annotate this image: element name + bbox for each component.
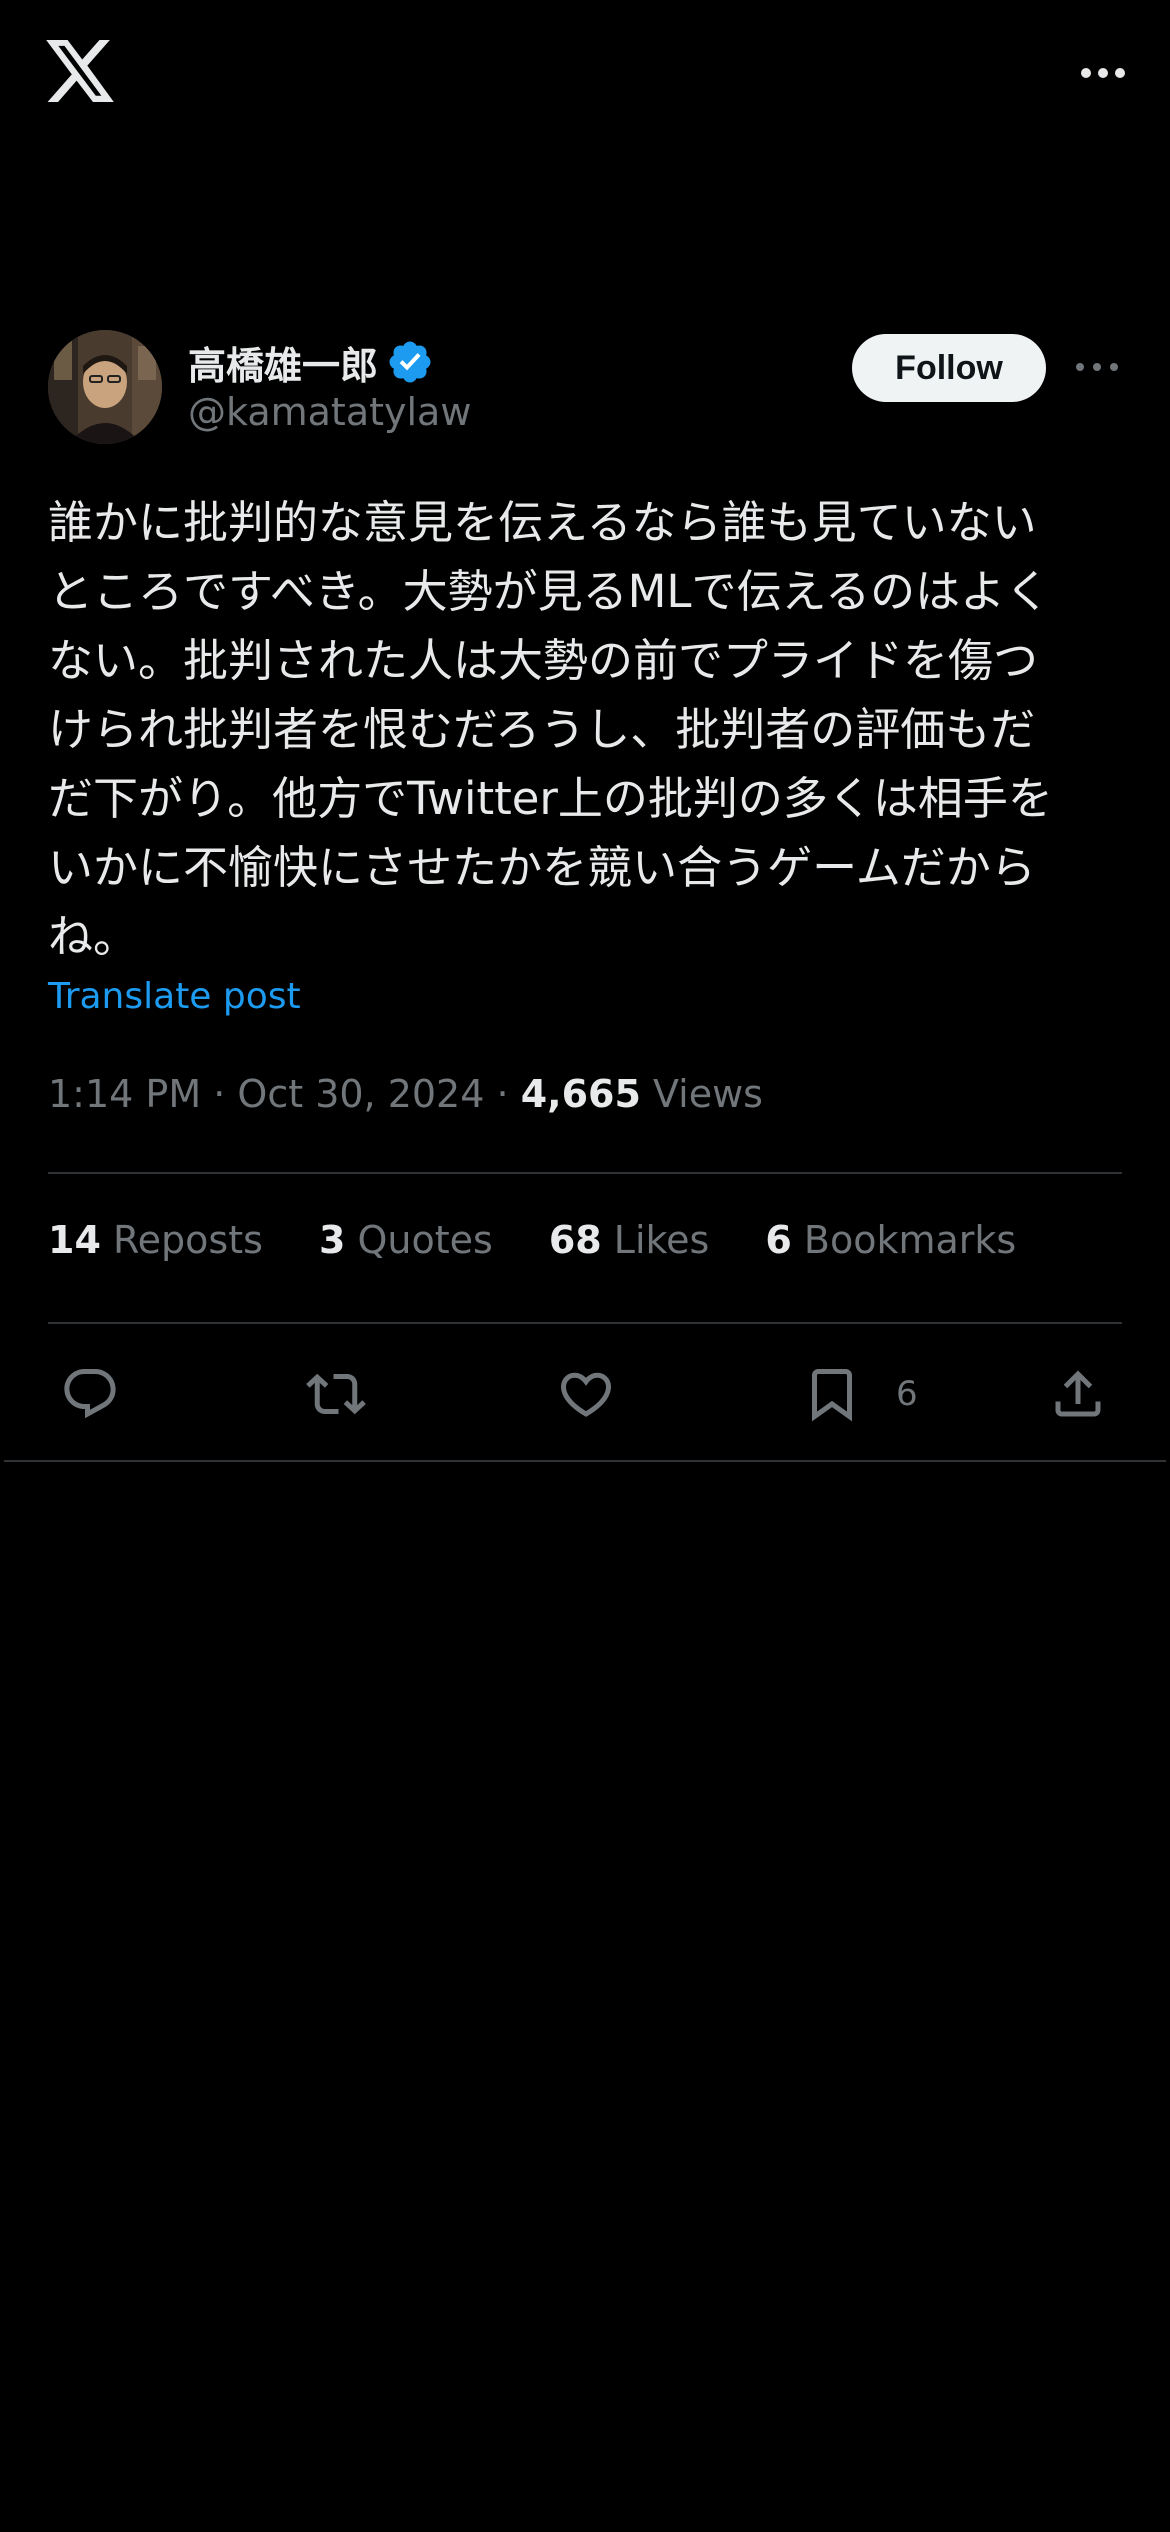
name-row: 高橋雄一郎 — [188, 334, 434, 390]
likes-count: 68 — [548, 1218, 602, 1262]
x-logo-icon[interactable] — [46, 40, 114, 102]
like-button[interactable] — [556, 1364, 616, 1424]
post-stats: 14 Reposts 3 Quotes 68 Likes 6 Bookmarks — [48, 1218, 1072, 1262]
bookmarks-stat[interactable]: 6 Bookmarks — [765, 1218, 1016, 1262]
bookmark-count: 6 — [896, 1374, 918, 1414]
divider — [4, 1460, 1166, 1462]
heart-icon — [560, 1372, 612, 1417]
bookmark-icon — [812, 1369, 852, 1422]
reposts-stat[interactable]: 14 Reposts — [48, 1218, 263, 1262]
likes-label: Likes — [613, 1218, 710, 1262]
bookmarks-count: 6 — [765, 1218, 792, 1262]
quotes-label: Quotes — [357, 1218, 493, 1262]
user-handle[interactable]: @kamatatylaw — [188, 390, 471, 434]
bookmarks-label: Bookmarks — [803, 1218, 1017, 1262]
display-name[interactable]: 高橋雄一郎 — [188, 335, 378, 390]
repost-icon — [306, 1373, 366, 1415]
reposts-count: 14 — [48, 1218, 101, 1262]
avatar[interactable] — [48, 330, 162, 444]
more-horizontal-icon[interactable] — [1072, 352, 1122, 382]
more-horizontal-icon[interactable] — [1078, 58, 1128, 88]
meta-separator: · — [496, 1072, 509, 1116]
share-icon — [1055, 1370, 1101, 1417]
post-metadata: 1:14 PM · Oct 30, 2024 · 4,665 Views — [48, 1072, 763, 1116]
likes-stat[interactable]: 68 Likes — [549, 1218, 710, 1262]
views-count: 4,665 — [520, 1072, 641, 1116]
quotes-count: 3 — [318, 1218, 346, 1262]
bookmark-button[interactable]: 6 — [802, 1364, 918, 1424]
reply-icon — [64, 1369, 116, 1419]
reposts-label: Reposts — [112, 1218, 263, 1262]
divider — [48, 1322, 1122, 1324]
post-author: 高橋雄一郎 @kamatatylaw Follow — [48, 330, 1122, 450]
repost-button[interactable] — [306, 1364, 366, 1424]
quotes-stat[interactable]: 3 Quotes — [319, 1218, 493, 1262]
post-date[interactable]: Oct 30, 2024 — [237, 1072, 484, 1116]
verified-badge-icon — [389, 341, 431, 383]
divider — [48, 1172, 1122, 1174]
meta-separator: · — [213, 1072, 226, 1116]
translate-post-link[interactable]: Translate post — [48, 976, 301, 1017]
post-actions: 6 — [0, 1352, 1170, 1432]
share-button[interactable] — [1048, 1364, 1108, 1424]
views-label: Views — [652, 1072, 763, 1116]
top-bar — [0, 0, 1170, 150]
reply-button[interactable] — [60, 1364, 120, 1424]
post-text: 誰かに批判的な意見を伝えるなら誰も見ていない ところですべき。大勢が見るMLで伝… — [48, 496, 1053, 963]
post-time[interactable]: 1:14 PM — [48, 1072, 201, 1116]
follow-button[interactable]: Follow — [852, 334, 1046, 402]
